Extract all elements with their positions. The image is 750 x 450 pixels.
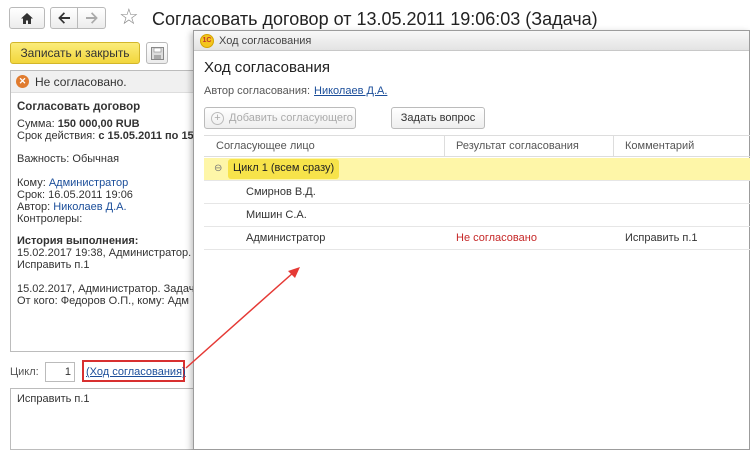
approver-name: Смирнов В.Д. [246, 186, 316, 198]
approval-table: Согласующее лицо Результат согласования … [204, 135, 750, 157]
approval-route-window: 1С Ход согласования Ход согласования Авт… [193, 30, 750, 450]
save-and-close-button[interactable]: Записать и закрыть [10, 42, 140, 64]
task-info-panel: ✕ Не согласовано. Согласовать договор Су… [10, 70, 195, 352]
task-heading: Согласовать договор [17, 101, 141, 113]
route-link[interactable]: (Ход согласования) [86, 366, 186, 378]
back-button[interactable] [50, 7, 78, 29]
arrow-left-icon [58, 12, 70, 24]
modal-titlebar-text: Ход согласования [219, 34, 312, 47]
add-approver-label: Добавить согласующего [229, 112, 353, 124]
table-row[interactable]: Администратор Не согласовано Исправить п… [204, 227, 750, 250]
approval-result: Не согласовано [456, 232, 537, 244]
history-line: 15.02.2017 19:38, Администратор. К [17, 247, 195, 259]
save-button[interactable] [146, 42, 168, 64]
plus-circle-icon: + [211, 111, 224, 125]
sum-line: Сумма: 150 000,00 RUB [17, 118, 140, 130]
to-link[interactable]: Администратор [49, 177, 128, 189]
deadline-line: Срок: 16.05.2011 19:06 [17, 189, 133, 201]
importance-line: Важность: Обычная [17, 153, 120, 165]
author-line: Автор: Николаев Д.А. [17, 201, 127, 213]
home-icon [21, 12, 33, 24]
column-divider [613, 135, 614, 157]
approver-name: Мишин С.А. [246, 209, 307, 221]
home-button[interactable] [9, 7, 45, 29]
arrow-right-icon [85, 12, 98, 24]
star-icon[interactable]: ☆ [119, 6, 139, 28]
cycle-label: Цикл: [10, 366, 39, 378]
controllers-line: Контролеры: [17, 213, 83, 225]
history-line: Исправить п.1 [17, 259, 90, 271]
history-line: От кого: Федоров О.П., кому: Адм [17, 295, 189, 307]
table-row[interactable]: Смирнов В.Д. [204, 181, 750, 204]
column-header-comment[interactable]: Комментарий [625, 140, 694, 152]
column-header-result[interactable]: Результат согласования [456, 140, 579, 152]
group-label: Цикл 1 (всем сразу) [228, 159, 340, 179]
forward-button[interactable] [78, 7, 106, 29]
approver-name: Администратор [246, 232, 326, 244]
collapse-icon[interactable]: ⊖ [214, 164, 222, 174]
modal-heading: Ход согласования [204, 59, 330, 76]
status-row: ✕ Не согласовано. [11, 71, 194, 93]
author-link[interactable]: Николаев Д.А. [53, 201, 126, 213]
status-cross-icon: ✕ [16, 75, 29, 88]
status-text: Не согласовано. [35, 74, 127, 89]
modal-titlebar: 1С Ход согласования [194, 31, 749, 51]
to-line: Кому: Администратор [17, 177, 129, 189]
app-logo-icon: 1С [200, 33, 214, 48]
window-title: Согласовать договор от 13.05.2011 19:06:… [152, 9, 598, 29]
add-approver-button[interactable]: + Добавить согласующего [204, 107, 356, 129]
approval-author-row: Автор согласования: Николаев Д.А. [204, 85, 388, 97]
approval-comment: Исправить п.1 [625, 232, 698, 244]
history-heading: История выполнения: [17, 235, 139, 247]
term-line: Срок действия: с 15.05.2011 по 15. [17, 130, 195, 142]
history-line: 15.02.2017, Администратор. Задача [17, 283, 195, 295]
comment-area[interactable]: Исправить п.1 [10, 388, 195, 450]
table-row-group[interactable]: ⊖ Цикл 1 (всем сразу) [204, 158, 750, 181]
disk-icon [150, 46, 164, 60]
cycle-input[interactable]: 1 [45, 362, 75, 382]
column-divider [444, 135, 445, 157]
ask-question-button[interactable]: Задать вопрос [391, 107, 485, 129]
column-header-person[interactable]: Согласующее лицо [216, 140, 315, 152]
table-header: Согласующее лицо Результат согласования … [204, 135, 750, 157]
approval-author-link[interactable]: Николаев Д.А. [314, 85, 387, 97]
table-row[interactable]: Мишин С.А. [204, 204, 750, 227]
